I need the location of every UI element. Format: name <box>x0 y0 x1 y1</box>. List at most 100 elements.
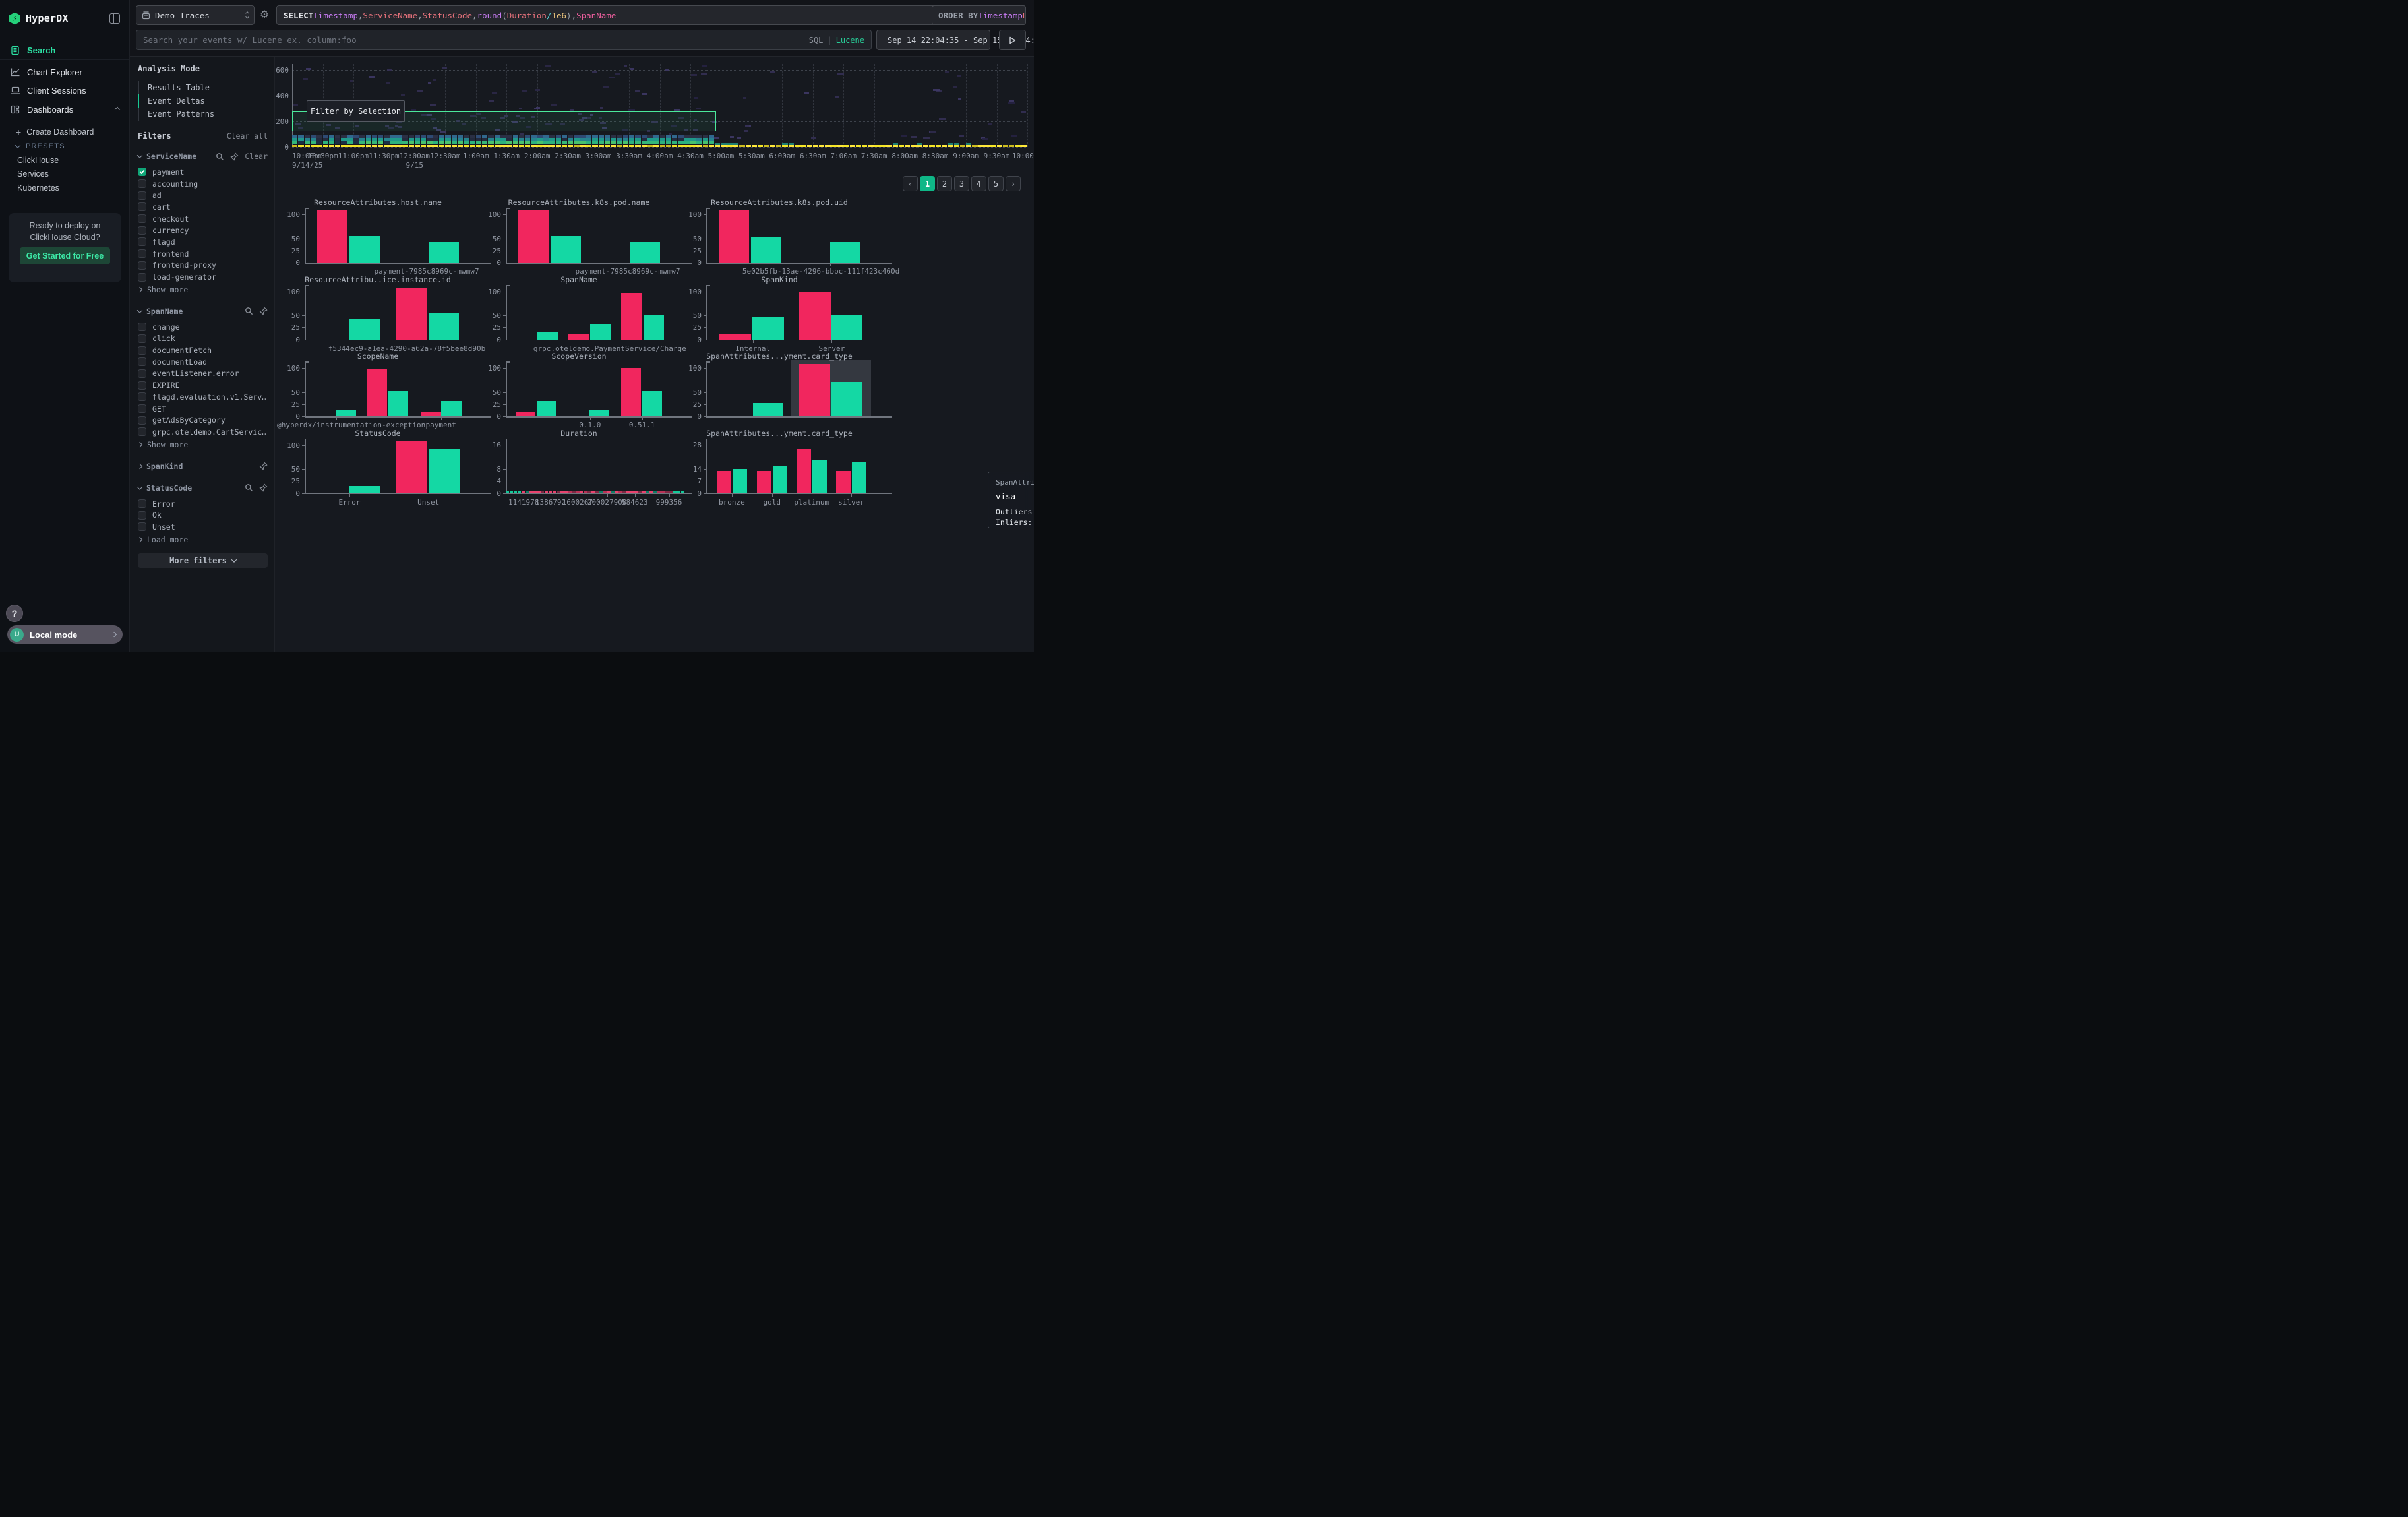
filter-option-checkout[interactable]: checkout <box>138 213 268 225</box>
checkbox-unchecked[interactable] <box>138 237 146 246</box>
chart-plot-area[interactable] <box>305 439 484 493</box>
sidebar-item-kubernetes[interactable]: Kubernetes <box>0 181 129 195</box>
checkbox-unchecked[interactable] <box>138 499 146 508</box>
filter-option-expire[interactable]: EXPIRE <box>138 379 268 391</box>
filter-option-ad[interactable]: ad <box>138 189 268 201</box>
search-icon[interactable] <box>245 307 253 315</box>
filter-section-header-spanname[interactable]: SpanName <box>138 305 268 317</box>
chart-plot-area[interactable] <box>305 208 484 263</box>
chart-plot-area[interactable] <box>706 439 886 493</box>
filter-option-unset[interactable]: Unset <box>138 521 268 533</box>
show-more-button[interactable]: Show more <box>138 439 268 450</box>
pin-icon[interactable] <box>230 152 239 161</box>
query-language-toggle[interactable]: SQL | Lucene <box>809 36 871 45</box>
sidebar-item-services[interactable]: Services <box>0 167 129 181</box>
sidebar-item-chart-explorer[interactable]: Chart Explorer <box>0 63 129 80</box>
checkbox-unchecked[interactable] <box>138 179 146 188</box>
pin-icon[interactable] <box>259 483 268 492</box>
filter-clear-button[interactable]: Clear <box>245 152 268 161</box>
checkbox-unchecked[interactable] <box>138 273 146 282</box>
checkbox-unchecked[interactable] <box>138 392 146 401</box>
filter-option-cart[interactable]: cart <box>138 201 268 213</box>
sidebar-item-dashboards[interactable]: Dashboards <box>0 101 129 118</box>
filter-option-documentfetch[interactable]: documentFetch <box>138 344 268 356</box>
chart-plot-area[interactable] <box>305 285 484 340</box>
pin-icon[interactable] <box>259 307 268 315</box>
show-more-button[interactable]: Show more <box>138 284 268 295</box>
filter-option-flagd-evaluation-v1-serv-[interactable]: flagd.evaluation.v1.Serv… <box>138 391 268 403</box>
filter-option-grpc-oteldemo-cartservic-[interactable]: grpc.oteldemo.CartServic… <box>138 426 268 438</box>
chart-plot-area[interactable] <box>305 361 484 416</box>
chart-plot-area[interactable] <box>506 285 685 340</box>
analysis-mode-item-event-patterns[interactable]: Event Patterns <box>138 108 268 121</box>
source-select[interactable]: Demo Traces <box>136 5 255 25</box>
search-icon[interactable] <box>245 483 253 492</box>
sidebar-collapse-icon[interactable] <box>109 13 120 24</box>
filter-option-get[interactable]: GET <box>138 403 268 415</box>
checkbox-unchecked[interactable] <box>138 261 146 270</box>
filter-option-load-generator[interactable]: load-generator <box>138 271 268 283</box>
filter-option-error[interactable]: Error <box>138 498 268 510</box>
filter-by-selection-button[interactable]: Filter by Selection <box>307 100 405 122</box>
checkbox-unchecked[interactable] <box>138 357 146 366</box>
filter-section-header-servicename[interactable]: ServiceNameClear <box>138 150 268 162</box>
search-icon[interactable] <box>216 152 224 161</box>
checkbox-unchecked[interactable] <box>138 522 146 531</box>
get-started-button[interactable]: Get Started for Free <box>20 247 110 264</box>
checkbox-unchecked[interactable] <box>138 511 146 520</box>
filter-option-click[interactable]: click <box>138 333 268 345</box>
sidebar-item-clickhouse[interactable]: ClickHouse <box>0 153 129 168</box>
help-button[interactable]: ? <box>6 605 23 622</box>
checkbox-unchecked[interactable] <box>138 202 146 211</box>
create-dashboard-button[interactable]: + Create Dashboard <box>0 125 129 139</box>
filter-section-header-statuscode[interactable]: StatusCode <box>138 482 268 494</box>
filter-option-ok[interactable]: Ok <box>138 509 268 521</box>
clear-all-button[interactable]: Clear all <box>227 131 268 140</box>
checkbox-unchecked[interactable] <box>138 404 146 413</box>
checkbox-unchecked[interactable] <box>138 226 146 235</box>
more-filters-button[interactable]: More filters <box>138 553 268 568</box>
search-input[interactable] <box>136 35 809 45</box>
checkbox-unchecked[interactable] <box>138 381 146 390</box>
filter-option-documentload[interactable]: documentLoad <box>138 356 268 368</box>
chart-plot-area[interactable] <box>706 208 886 263</box>
lang-sql[interactable]: SQL <box>809 36 824 45</box>
pin-icon[interactable] <box>259 462 268 470</box>
filter-option-frontend-proxy[interactable]: frontend-proxy <box>138 260 268 272</box>
checkbox-unchecked[interactable] <box>138 323 146 331</box>
filter-option-eventlistener-error[interactable]: eventListener.error <box>138 368 268 380</box>
checkbox-unchecked[interactable] <box>138 214 146 223</box>
local-mode-button[interactable]: U Local mode <box>7 625 123 644</box>
filter-option-currency[interactable]: currency <box>138 224 268 236</box>
presets-toggle[interactable]: PRESETS <box>0 139 129 154</box>
checkbox-unchecked[interactable] <box>138 334 146 343</box>
chart-plot-area[interactable] <box>506 361 685 416</box>
filter-option-payment[interactable]: payment <box>138 166 268 178</box>
sql-select-input[interactable]: SELECT Timestamp, ServiceName, StatusCod… <box>276 5 1026 25</box>
filter-option-change[interactable]: change <box>138 321 268 333</box>
checkbox-unchecked[interactable] <box>138 191 146 200</box>
filter-option-flagd[interactable]: flagd <box>138 236 268 248</box>
chart-plot-area[interactable] <box>506 208 685 263</box>
sidebar-item-search[interactable]: Search <box>0 42 129 59</box>
analysis-mode-item-event-deltas[interactable]: Event Deltas <box>138 94 268 108</box>
filter-option-frontend[interactable]: frontend <box>138 248 268 260</box>
filter-section-header-spankind[interactable]: SpanKind <box>138 460 268 472</box>
lang-lucene[interactable]: Lucene <box>836 36 864 45</box>
chart-plot-area[interactable] <box>506 439 685 493</box>
checkbox-unchecked[interactable] <box>138 249 146 258</box>
checkbox-checked[interactable] <box>138 168 146 176</box>
gear-icon[interactable]: ⚙ <box>258 9 270 20</box>
filter-option-accounting[interactable]: accounting <box>138 178 268 190</box>
load-more-button[interactable]: Load more <box>138 534 268 545</box>
checkbox-unchecked[interactable] <box>138 427 146 436</box>
filter-option-getadsbycategory[interactable]: getAdsByCategory <box>138 414 268 426</box>
checkbox-unchecked[interactable] <box>138 346 146 355</box>
sidebar-item-client-sessions[interactable]: Client Sessions <box>0 82 129 99</box>
time-range-picker[interactable]: Sep 14 22:04:35 - Sep 15 10:04:35 <box>876 30 990 50</box>
checkbox-unchecked[interactable] <box>138 369 146 378</box>
analysis-mode-item-results-table[interactable]: Results Table <box>138 81 268 94</box>
chart-plot-area[interactable] <box>706 361 886 416</box>
chart-plot-area[interactable] <box>706 285 886 340</box>
run-query-button[interactable] <box>999 30 1026 50</box>
